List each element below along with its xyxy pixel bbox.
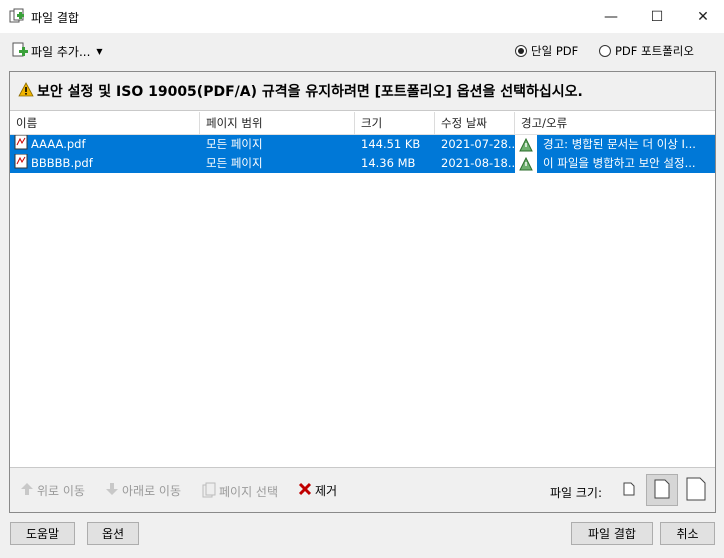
warning-banner: 보안 설정 및 ISO 19005(PDF/A) 규격을 유지하려면 [포트폴리… bbox=[10, 72, 715, 111]
modified-date-cell: 2021-07-28... bbox=[435, 135, 515, 154]
window-title: 파일 결합 bbox=[31, 11, 79, 25]
column-header-modified-date[interactable]: 수정 날짜 bbox=[435, 112, 515, 135]
radio-selected-icon bbox=[515, 45, 527, 57]
column-header-size[interactable]: 크기 bbox=[355, 112, 435, 135]
file-list-panel: 보안 설정 및 ISO 19005(PDF/A) 규격을 유지하려면 [포트폴리… bbox=[9, 71, 716, 513]
small-page-icon bbox=[623, 482, 635, 499]
alert-triangle-icon bbox=[515, 135, 537, 154]
cancel-button[interactable]: 취소 bbox=[660, 522, 715, 545]
minimize-button[interactable]: — bbox=[588, 0, 634, 33]
medium-page-icon bbox=[654, 479, 670, 502]
file-name-cell: AAAA.pdf bbox=[10, 135, 200, 154]
list-actions-bar: 위로 이동 아래로 이동 페이지 선택 제거 파일 크기: bbox=[10, 467, 715, 512]
pdf-portfolio-label: PDF 포트폴리오 bbox=[615, 44, 694, 58]
options-button[interactable]: 옵션 bbox=[87, 522, 139, 545]
chevron-down-icon: ▼ bbox=[96, 47, 103, 56]
file-size-large-button[interactable] bbox=[680, 474, 712, 506]
red-x-icon bbox=[298, 482, 312, 499]
page-range-cell: 모든 페이지 bbox=[200, 135, 355, 154]
table-row[interactable]: BBBBB.pdf 모든 페이지 14.36 MB 2021-08-18... … bbox=[10, 154, 715, 173]
pages-icon bbox=[202, 482, 216, 501]
add-files-button[interactable]: 파일 추가... ▼ bbox=[11, 42, 103, 61]
size-cell: 144.51 KB bbox=[355, 135, 435, 154]
move-up-button[interactable]: 위로 이동 bbox=[20, 482, 85, 499]
column-header-page-range[interactable]: 페이지 범위 bbox=[200, 112, 355, 135]
pdf-portfolio-radio[interactable]: PDF 포트폴리오 bbox=[599, 43, 694, 59]
warning-cell: 이 파일을 병합하고 보안 설정... bbox=[515, 154, 715, 173]
file-size-medium-button[interactable] bbox=[646, 474, 678, 506]
warning-icon bbox=[18, 81, 34, 101]
column-header-warnings[interactable]: 경고/오류 bbox=[515, 112, 715, 135]
file-size-label: 파일 크기: bbox=[550, 486, 603, 500]
single-pdf-label: 단일 PDF bbox=[531, 44, 579, 58]
column-header-row: 이름 페이지 범위 크기 수정 날짜 경고/오류 bbox=[10, 112, 715, 135]
file-size-small-button[interactable] bbox=[613, 474, 645, 506]
add-files-label: 파일 추가... bbox=[31, 45, 91, 59]
alert-triangle-icon bbox=[515, 154, 537, 173]
column-header-name[interactable]: 이름 bbox=[10, 112, 200, 135]
maximize-button[interactable]: ☐ bbox=[634, 0, 680, 33]
modified-date-cell: 2021-08-18... bbox=[435, 154, 515, 173]
radio-unselected-icon bbox=[599, 45, 611, 57]
single-pdf-radio[interactable]: 단일 PDF bbox=[515, 43, 578, 59]
title-bar: 파일 결합 — ☐ ✕ bbox=[0, 0, 724, 33]
file-list: AAAA.pdf 모든 페이지 144.51 KB 2021-07-28... … bbox=[10, 135, 715, 173]
add-file-icon bbox=[11, 42, 29, 61]
table-row[interactable]: AAAA.pdf 모든 페이지 144.51 KB 2021-07-28... … bbox=[10, 135, 715, 154]
pdf-file-icon bbox=[14, 154, 28, 173]
remove-button[interactable]: 제거 bbox=[298, 482, 337, 499]
size-cell: 14.36 MB bbox=[355, 154, 435, 173]
pdf-file-icon bbox=[14, 135, 28, 154]
arrow-down-icon bbox=[105, 482, 119, 499]
warning-text: 보안 설정 및 ISO 19005(PDF/A) 규격을 유지하려면 [포트폴리… bbox=[37, 84, 583, 100]
large-page-icon bbox=[686, 477, 706, 504]
warning-cell: 경고: 병합된 문서는 더 이상 I... bbox=[515, 135, 715, 154]
arrow-up-icon bbox=[20, 482, 34, 499]
toolbar: 파일 추가... ▼ 단일 PDF PDF 포트폴리오 bbox=[0, 33, 724, 69]
file-name-cell: BBBBB.pdf bbox=[10, 154, 200, 173]
choose-pages-button[interactable]: 페이지 선택 bbox=[202, 482, 278, 501]
help-button[interactable]: 도움말 bbox=[10, 522, 75, 545]
combine-files-app-icon bbox=[9, 8, 25, 24]
page-range-cell: 모든 페이지 bbox=[200, 154, 355, 173]
close-button[interactable]: ✕ bbox=[680, 0, 724, 33]
move-down-button[interactable]: 아래로 이동 bbox=[105, 482, 181, 499]
combine-files-button[interactable]: 파일 결합 bbox=[571, 522, 653, 545]
